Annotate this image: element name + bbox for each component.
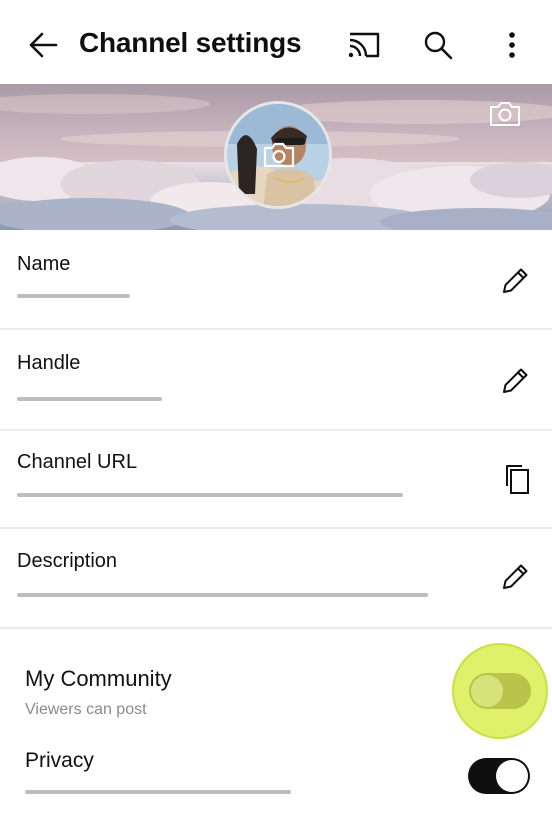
copy-icon[interactable]: [500, 462, 534, 496]
handle-field-row[interactable]: Handle: [0, 330, 552, 429]
handle-value-placeholder: [17, 397, 162, 401]
pencil-icon[interactable]: [498, 560, 532, 594]
pencil-icon[interactable]: [498, 364, 532, 398]
avatar-camera-icon[interactable]: [262, 140, 296, 170]
description-field-row[interactable]: Description: [0, 529, 552, 627]
more-vert-icon[interactable]: [500, 29, 524, 61]
search-icon[interactable]: [423, 30, 453, 60]
channel-url-value-placeholder: [17, 493, 403, 497]
name-label: Name: [17, 253, 71, 275]
app-bar: Channel settings: [0, 0, 552, 84]
pencil-icon[interactable]: [498, 264, 532, 298]
toggle-knob: [471, 675, 503, 707]
name-value-placeholder: [17, 294, 130, 298]
channel-url-field-row[interactable]: Channel URL: [0, 431, 552, 527]
privacy-toggle[interactable]: [468, 758, 530, 794]
privacy-value-placeholder: [25, 790, 291, 794]
privacy-title: Privacy: [25, 749, 94, 772]
divider: [0, 627, 552, 629]
description-label: Description: [17, 550, 118, 572]
handle-label: Handle: [17, 352, 81, 374]
description-value-placeholder: [17, 593, 428, 597]
banner-camera-icon[interactable]: [488, 100, 522, 128]
my-community-subtitle: Viewers can post: [25, 701, 147, 718]
my-community-title: My Community: [25, 666, 172, 691]
toggle-knob: [496, 760, 528, 792]
back-arrow-icon[interactable]: [26, 28, 60, 62]
channel-url-label: Channel URL: [17, 451, 138, 473]
my-community-toggle[interactable]: [469, 673, 531, 709]
page-title: Channel settings: [79, 27, 302, 58]
name-field-row[interactable]: Name: [0, 230, 552, 328]
cast-icon[interactable]: [346, 30, 382, 60]
